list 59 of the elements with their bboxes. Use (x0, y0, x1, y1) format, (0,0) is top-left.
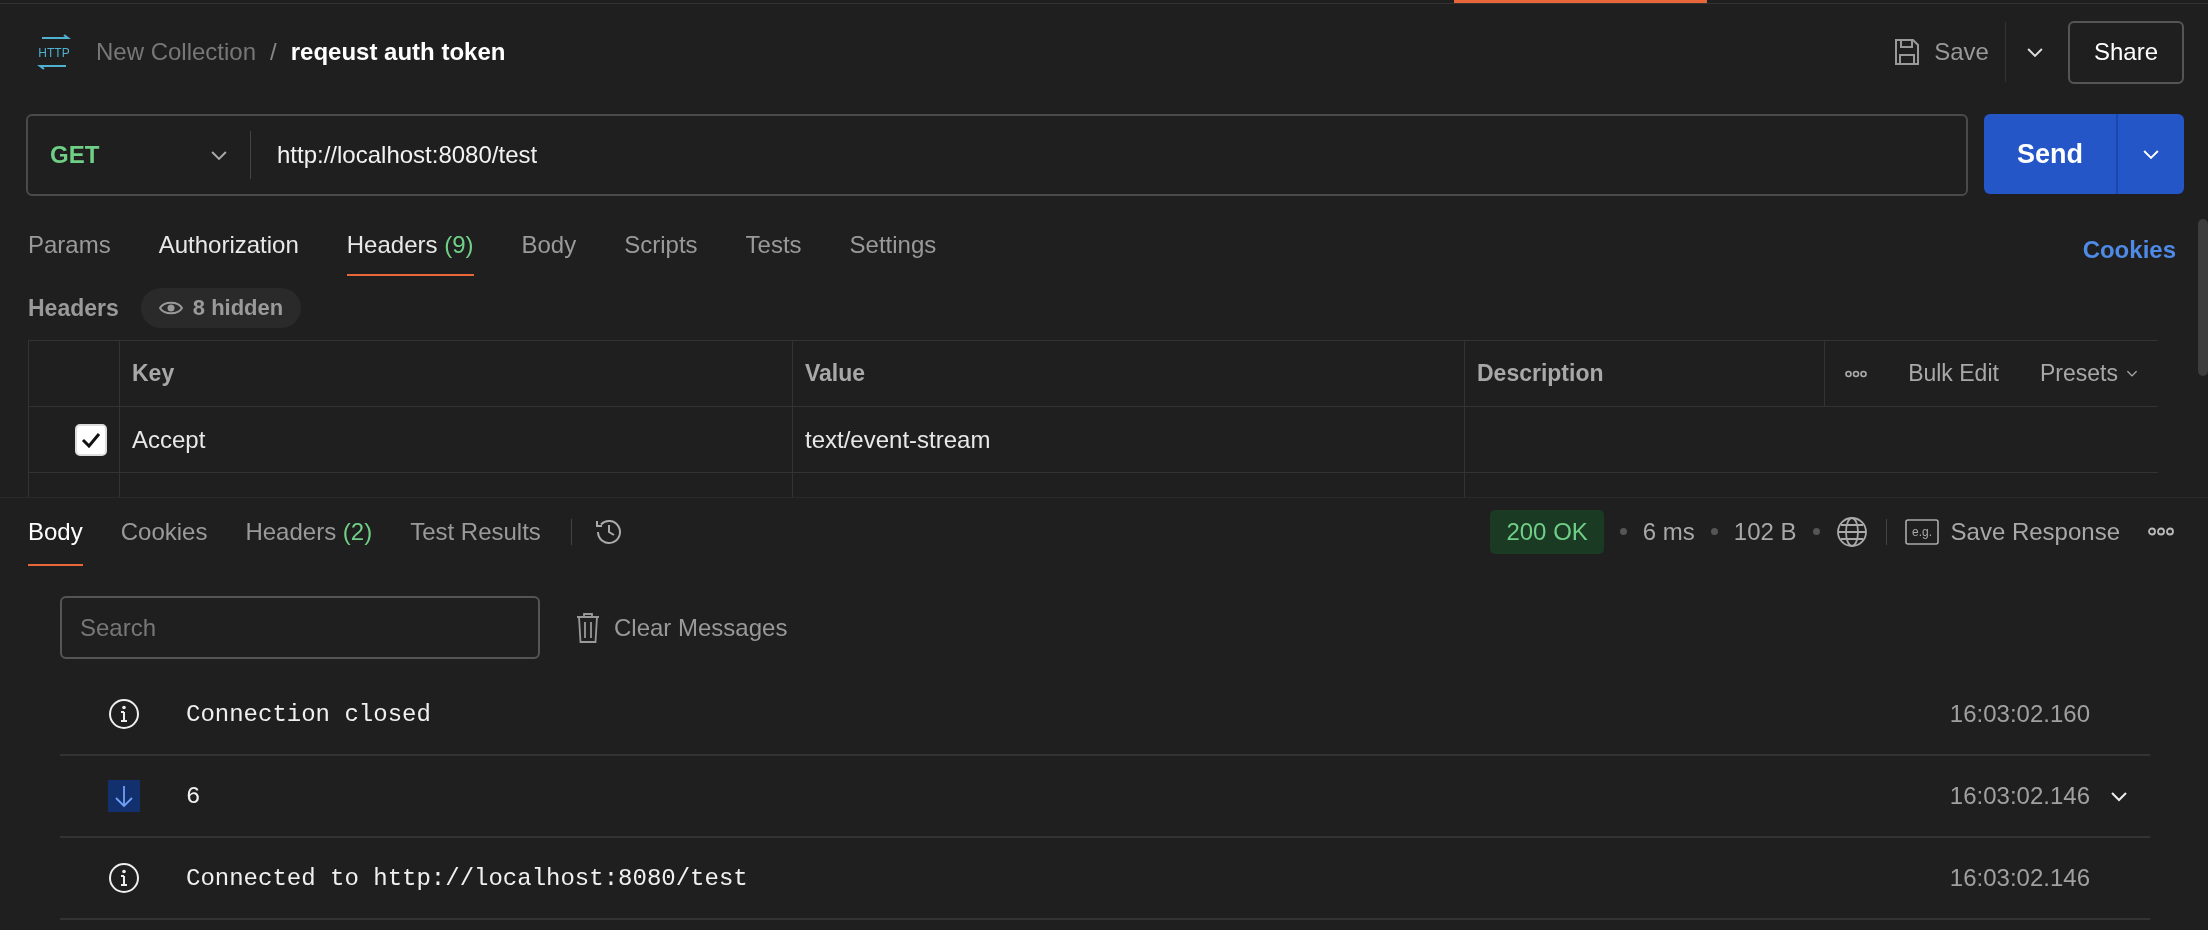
breadcrumb-separator: / (270, 38, 277, 66)
scrollbar[interactable] (2198, 219, 2208, 376)
collection-name[interactable]: New Collection (96, 38, 257, 66)
hidden-headers-badge[interactable]: 8 hidden (140, 288, 302, 328)
chevron-down-icon[interactable] (210, 149, 228, 161)
globe-icon[interactable] (1835, 515, 1868, 548)
eye-icon (158, 300, 183, 316)
save-button[interactable]: Save (1894, 22, 2006, 82)
share-button[interactable]: Share (2067, 20, 2184, 84)
section-title: Headers (28, 294, 119, 322)
tab[interactable]: Scripts (624, 224, 698, 276)
method-dropdown[interactable]: GET (28, 116, 250, 194)
tab[interactable]: Tests (745, 224, 802, 276)
tab[interactable]: Settings (849, 224, 937, 276)
message-time: 16:03:02.146 (1949, 782, 2090, 810)
info-icon (108, 862, 140, 894)
table-cell: text/event-stream (805, 425, 991, 454)
tab[interactable]: Params (28, 224, 111, 276)
column-header: Description (1477, 360, 1604, 387)
trash-icon (576, 611, 600, 644)
status-badge: 200 OK (1490, 509, 1604, 554)
request-name: reqeust auth token (290, 38, 506, 66)
message-text: Connection closed (186, 700, 431, 728)
response-size: 102 B (1733, 517, 1797, 546)
search-field[interactable]: Search (60, 596, 540, 659)
save-icon (1894, 38, 1921, 66)
response-time: 6 ms (1642, 517, 1695, 546)
checkbox[interactable] (75, 423, 107, 456)
tab[interactable]: Cookies (120, 497, 208, 566)
tab[interactable]: Test Results (410, 497, 541, 566)
bulk-edit-button[interactable]: Bulk Edit (1908, 360, 1999, 387)
separator-dot (1812, 528, 1820, 535)
tab[interactable]: Headers (9) (346, 224, 474, 276)
presets-dropdown[interactable]: Presets (2040, 360, 2138, 387)
column-header: Key (132, 360, 175, 387)
url-field[interactable]: http://localhost:8080/test (251, 141, 538, 169)
more-icon[interactable] (1845, 369, 1867, 378)
checkmark-icon (81, 431, 101, 448)
tab[interactable]: Body (521, 224, 577, 276)
message-text: 6 (186, 782, 201, 810)
expand-chevron-icon[interactable] (2110, 790, 2128, 802)
save-response-button[interactable]: e.g. Save Response (1904, 517, 2120, 546)
clear-messages-button[interactable]: Clear Messages (576, 611, 788, 644)
more-icon[interactable] (2148, 527, 2174, 536)
table-cell: Accept (132, 425, 206, 454)
tab[interactable]: Body (28, 497, 83, 566)
save-menu-chevron-icon[interactable] (2025, 46, 2044, 58)
separator-dot (1619, 528, 1627, 535)
message-time: 16:03:02.160 (1949, 700, 2090, 728)
separator-dot (1710, 528, 1718, 535)
tab[interactable]: Headers (2) (245, 497, 373, 566)
example-icon: e.g. (1904, 518, 1939, 545)
column-header: Value (805, 360, 866, 387)
message-time: 16:03:02.146 (1949, 864, 2090, 892)
info-icon (108, 698, 140, 730)
cookies-link[interactable]: Cookies (2082, 224, 2176, 276)
message-text: Connected to http://localhost:8080/test (186, 864, 748, 892)
chevron-down-icon[interactable] (2126, 369, 2138, 378)
tab[interactable]: Authorization (158, 224, 299, 276)
